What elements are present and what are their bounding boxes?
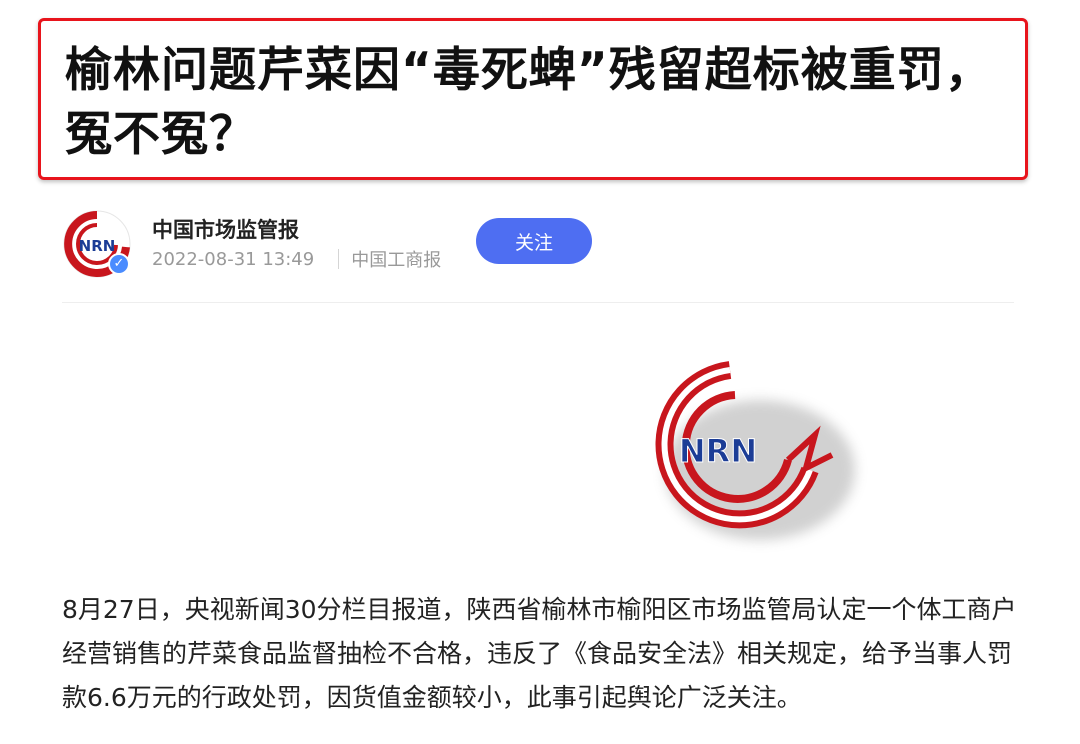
svg-text:NRN: NRN	[679, 432, 757, 470]
article-meta: 2022-08-31 13:49 中国工商报	[152, 246, 441, 272]
svg-text:NRN: NRN	[79, 237, 116, 255]
verified-badge-icon: ✓	[108, 253, 130, 275]
author-name[interactable]: 中国市场监管报	[152, 214, 299, 244]
article-title: 榆林问题芹菜因“毒死蜱”残留超标被重罚，冤不冤？	[65, 43, 993, 162]
follow-button[interactable]: 关注	[476, 218, 592, 264]
source-label: 中国工商报	[351, 250, 442, 271]
meta-divider	[338, 249, 340, 269]
headline-box: 榆林问题芹菜因“毒死蜱”残留超标被重罚，冤不冤？	[38, 18, 1028, 180]
article-hero-logo-image: NRN	[655, 361, 855, 540]
article-paragraph: 8月27日，央视新闻30分栏目报道，陕西省榆林市榆阳区市场监管局认定一个体工商户…	[62, 595, 1017, 712]
header-divider	[62, 302, 1014, 303]
publish-time: 2022-08-31 13:49	[152, 248, 315, 270]
